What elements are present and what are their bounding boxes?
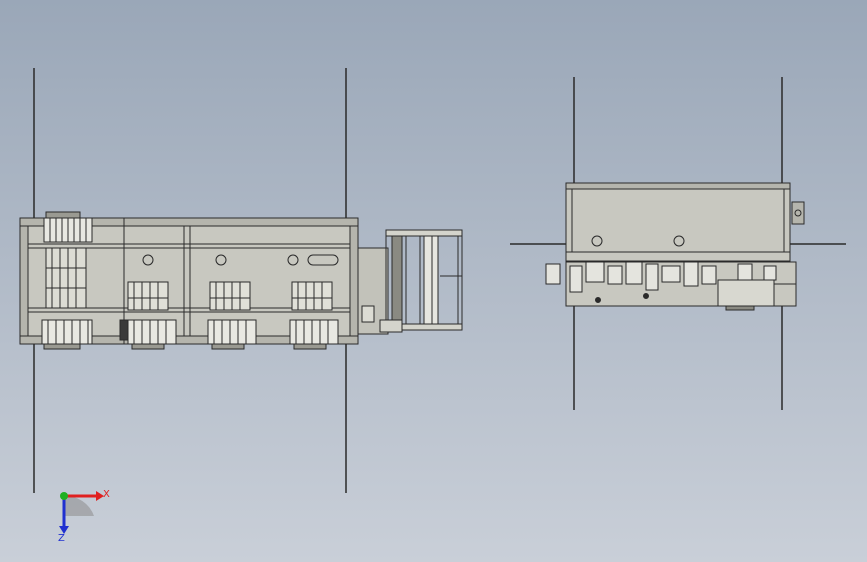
housing	[565, 182, 791, 262]
bottom-wheel	[289, 319, 339, 350]
z-axis-label: Z	[58, 533, 65, 544]
roller-cartridge	[209, 281, 251, 311]
side-bracket	[791, 201, 805, 225]
extension-conveyor	[357, 229, 463, 335]
top-view[interactable]	[19, 68, 463, 493]
bottom-wheel	[119, 319, 177, 350]
axis-triad: X Z	[58, 489, 110, 544]
cad-viewport[interactable]: X Z	[0, 0, 867, 562]
bottom-wheel	[41, 319, 93, 350]
x-axis-label: X	[103, 489, 110, 500]
bottom-wheel	[207, 319, 257, 350]
drive-wheel	[43, 211, 93, 243]
roller-stack	[45, 247, 87, 309]
roller-cartridge	[127, 281, 169, 311]
roller-cartridge	[291, 281, 333, 311]
motor-box	[717, 279, 775, 307]
side-view[interactable]	[510, 77, 846, 410]
cad-drawing: X Z	[19, 68, 846, 544]
